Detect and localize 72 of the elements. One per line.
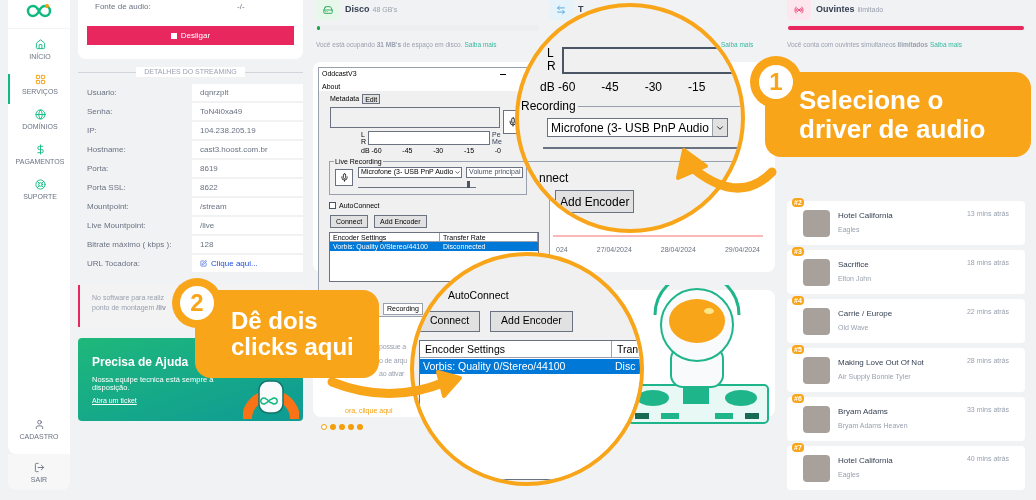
field-label: Bitrate máximo ( kbps ): [86,238,173,251]
meter-label: R [547,60,556,73]
field-label: Porta SSL: [86,181,127,194]
scale-label: dB -60 [540,79,576,96]
autoconnect-label: AutoConnect [448,290,509,301]
field-value: ToN4i0xa49 [192,103,303,120]
field-label: Live Mountpoint: [86,219,147,232]
song-title: Bryam Adams [838,406,889,419]
field-label: IP: [86,124,98,137]
field-value: 128 [192,236,303,253]
metadata-field[interactable] [330,106,500,128]
song-title: Hotel California [838,455,893,468]
card-title: Ouvintes [816,3,855,17]
field-label: Fonte de audio: [94,1,152,13]
player-link[interactable]: Clique aqui... [192,255,303,272]
group-label: Recording [521,98,576,115]
connect-text: nnect [539,172,569,184]
field-value: /live [192,217,303,234]
field-label: Hostname: [86,143,127,156]
nav-icon [34,144,46,155]
user-icon [33,419,45,430]
help-title: Precisa de Ajuda [92,356,190,368]
field-value: 8619 [192,160,303,177]
song-title: Hotel California [838,210,893,223]
scale-label: -45 [601,79,619,96]
stop-icon [170,32,177,39]
nav-icon [34,74,46,85]
column-header: Tran [612,340,640,357]
card-title: Disco [345,3,370,17]
callout-text: Dê dois clicks aqui [231,307,355,361]
device-dropdown[interactable]: Microfone (3- USB PnP Audio [547,118,728,137]
field-label: Senha: [86,105,114,118]
meter-label: L [547,47,555,60]
photo-placeholder [803,405,830,433]
minimize-icon [500,74,506,75]
photo-placeholder [803,356,830,384]
nav-icon [34,179,46,190]
nav-icon [34,39,46,50]
field-value: dqnrzplt [192,84,303,101]
song-title: Sacrifice [838,259,870,272]
field-value: 104.238.205.19 [192,122,303,139]
edit-icon [200,260,207,267]
photo-placeholder [803,307,830,335]
field-label: Porta: [86,162,110,175]
callout-text: Selecione o driver de audio [799,85,987,144]
field-label: URL Tocadora: [86,257,141,270]
infinity-logo-icon [26,4,52,18]
logout-icon [33,461,45,473]
encoder-row[interactable]: Vorbis: Quality 0/Stereo/44100 Disc [420,358,640,374]
nav-icon [34,109,46,120]
field-value: -/- [236,1,245,13]
volume-slider[interactable] [358,181,476,188]
field-value: 8622 [192,179,303,196]
column-header: Encoder Settings [420,340,612,357]
photo-placeholder [803,258,830,286]
card-title: T [578,3,584,17]
field-label: Usuario: [86,86,118,99]
mic-icon [335,169,353,186]
song-title: Carrie / Europe [838,308,893,321]
photo-placeholder [803,209,830,237]
window-button[interactable]: Connect [419,310,481,332]
song-title: Making Love Out Of Not [838,357,924,370]
photo-placeholder [803,454,830,482]
scale-label: -30 [644,79,663,96]
field-value: /stream [192,198,303,215]
stop-button[interactable]: Desligar [87,26,294,45]
add-encoder-button[interactable]: Add Encoder [555,190,635,213]
scale-label: -15 [688,79,706,96]
field-value: cast3.hoost.com.br [192,141,303,158]
field-label: Mountpoint: [86,200,130,213]
window-button[interactable]: Add Encoder [490,310,573,332]
slider-thumb[interactable] [467,181,471,188]
